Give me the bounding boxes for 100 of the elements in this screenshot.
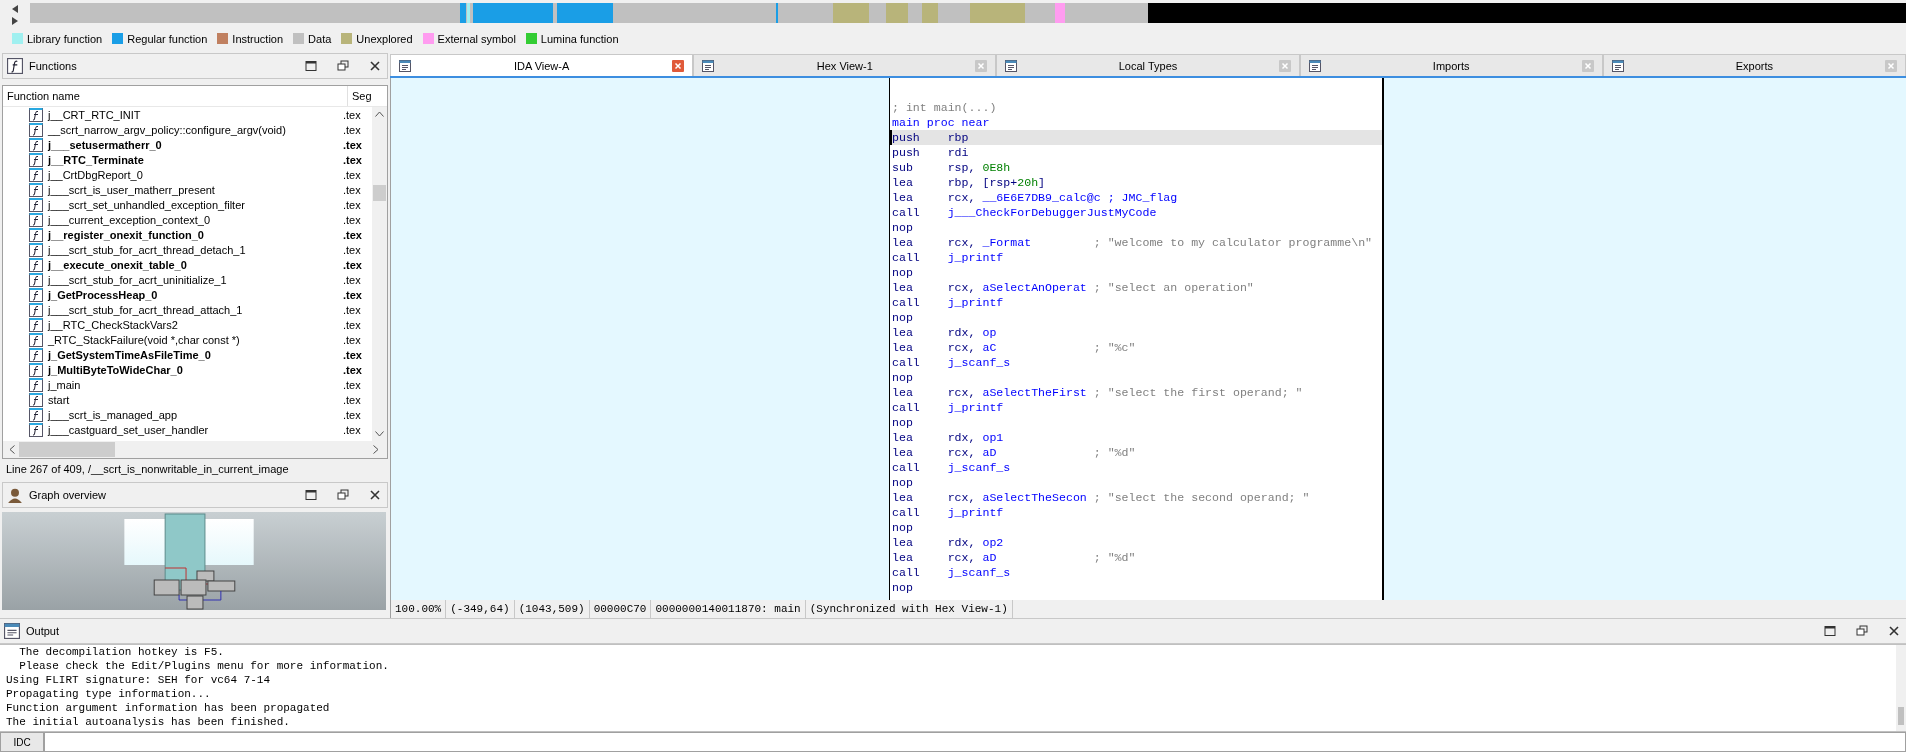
segment-cell: .tex bbox=[343, 258, 362, 271]
function-name[interactable]: j___scrt_stub_for_acrt_thread_detach_1 bbox=[48, 243, 343, 256]
function-name[interactable]: __scrt_narrow_argv_policy::configure_argv(void) bbox=[48, 123, 343, 136]
function-name[interactable]: j__RTC_CheckStackVars2 bbox=[48, 318, 343, 331]
restore-icon[interactable] bbox=[1856, 625, 1868, 637]
code-line[interactable]: lea rcx, aSelectTheFirst ; "select the first operand; " bbox=[890, 385, 1382, 400]
code-line[interactable]: call j_printf bbox=[890, 400, 1382, 415]
person-icon bbox=[7, 487, 23, 503]
function-name[interactable]: j__CRT_RTC_INIT bbox=[48, 108, 343, 121]
scroll-down-icon[interactable] bbox=[375, 431, 384, 437]
code-line[interactable]: nop bbox=[890, 220, 1382, 235]
close-icon[interactable] bbox=[369, 489, 381, 501]
code-line[interactable]: lea rcx, aD ; "%d" bbox=[890, 550, 1382, 565]
code-line[interactable]: call j_scanf_s bbox=[890, 355, 1382, 370]
code-line[interactable]: nop bbox=[890, 520, 1382, 535]
function-icon bbox=[29, 167, 43, 182]
code-line[interactable]: lea rbp, [rsp+20h] bbox=[890, 175, 1382, 190]
vertical-scrollbar[interactable] bbox=[1896, 645, 1906, 731]
segment-cell: .tex bbox=[343, 288, 362, 301]
function-name[interactable]: j___current_exception_context_0 bbox=[48, 213, 343, 226]
close-icon[interactable] bbox=[369, 60, 381, 72]
code-line[interactable]: call j_scanf_s bbox=[890, 565, 1382, 580]
function-name[interactable]: j_MultiByteToWideChar_0 bbox=[48, 363, 343, 376]
scroll-up-icon[interactable] bbox=[375, 111, 384, 117]
scroll-left-icon[interactable] bbox=[9, 445, 15, 454]
function-icon bbox=[29, 362, 43, 377]
function-name[interactable]: j__CrtDbgReport_0 bbox=[48, 168, 343, 181]
function-name[interactable]: j___castguard_set_user_handler bbox=[48, 423, 343, 436]
code-line[interactable]: nop bbox=[890, 580, 1382, 595]
restore-icon[interactable] bbox=[337, 60, 349, 72]
code-line[interactable]: main proc near bbox=[890, 115, 1382, 130]
output-line: The initial autoanalysis has been finished. bbox=[6, 715, 291, 729]
function-icon bbox=[29, 182, 43, 197]
code-line[interactable]: call j___CheckForDebuggerJustMyCode bbox=[890, 205, 1382, 220]
view-tab[interactable]: Exports bbox=[1602, 54, 1906, 76]
function-name[interactable]: j___scrt_set_unhandled_exception_filter bbox=[48, 198, 343, 211]
scrollbar-thumb[interactable] bbox=[373, 185, 386, 201]
code-line[interactable]: lea rdx, op1 bbox=[890, 430, 1382, 445]
code-line[interactable]: lea rcx, aSelectAnOperat ; "select an operation" bbox=[890, 280, 1382, 295]
scroll-right-icon[interactable] bbox=[373, 445, 379, 454]
code-line[interactable]: nop bbox=[890, 265, 1382, 280]
code-line[interactable]: call j_scanf_s bbox=[890, 460, 1382, 475]
code-line[interactable]: lea rdx, op2 bbox=[890, 535, 1382, 550]
function-name[interactable]: j__execute_onexit_table_0 bbox=[48, 258, 343, 271]
code-line[interactable]: push rdi bbox=[890, 145, 1382, 160]
graph-overview-drawing[interactable] bbox=[2, 512, 386, 610]
maximize-icon[interactable] bbox=[1824, 625, 1836, 637]
function-name[interactable]: start bbox=[48, 393, 343, 406]
view-tab[interactable]: Local Types bbox=[996, 54, 1300, 76]
scroll-left-icon[interactable] bbox=[12, 5, 18, 13]
segment-cell: .tex bbox=[343, 228, 362, 241]
scroll-right-icon[interactable] bbox=[12, 17, 18, 25]
code-line[interactable]: nop bbox=[890, 370, 1382, 385]
code-line[interactable]: ; int main(...) bbox=[890, 100, 1382, 115]
function-icon bbox=[29, 287, 43, 302]
function-name[interactable]: j__RTC_Terminate bbox=[48, 153, 343, 166]
view-tab[interactable]: IDA View-A bbox=[390, 54, 694, 76]
code-line[interactable]: lea rcx, __6E6E7DB9_calc@c ; JMC_flag bbox=[890, 190, 1382, 205]
code-line[interactable]: nop bbox=[890, 415, 1382, 430]
maximize-icon[interactable] bbox=[305, 489, 317, 501]
vertical-scrollbar[interactable] bbox=[372, 107, 387, 441]
function-icon bbox=[29, 107, 43, 122]
code-line[interactable]: call j_printf bbox=[890, 250, 1382, 265]
function-name[interactable]: _RTC_StackFailure(void *,char const *) bbox=[48, 333, 343, 346]
segment-cell: .tex bbox=[343, 393, 361, 406]
close-icon[interactable] bbox=[1888, 625, 1900, 637]
function-name[interactable]: j_GetSystemTimeAsFileTime_0 bbox=[48, 348, 343, 361]
function-name[interactable]: j___scrt_stub_for_acrt_uninitialize_1 bbox=[48, 273, 343, 286]
view-tab[interactable]: Imports bbox=[1299, 54, 1603, 76]
code-line[interactable]: lea rcx, aSelectTheSecon ; "select the second operand; " bbox=[890, 490, 1382, 505]
code-line[interactable]: nop bbox=[890, 310, 1382, 325]
maximize-icon[interactable] bbox=[305, 60, 317, 72]
function-name[interactable]: j___scrt_is_user_matherr_present bbox=[48, 183, 343, 196]
horizontal-scrollbar[interactable] bbox=[3, 441, 387, 458]
column-header[interactable]: Seg bbox=[348, 90, 372, 102]
function-name[interactable]: j___setusermatherr_0 bbox=[48, 138, 343, 151]
function-icon bbox=[29, 302, 43, 317]
code-line[interactable]: nop bbox=[890, 475, 1382, 490]
column-header[interactable]: Function name bbox=[3, 86, 348, 106]
code-line[interactable]: call j_printf bbox=[890, 505, 1382, 520]
function-name[interactable]: j_main bbox=[48, 378, 343, 391]
code-line[interactable]: call j_printf bbox=[890, 295, 1382, 310]
scrollbar-thumb[interactable] bbox=[1898, 707, 1904, 725]
segment-cell: .tex bbox=[343, 168, 361, 181]
function-name[interactable]: j___scrt_is_managed_app bbox=[48, 408, 343, 421]
function-icon bbox=[29, 272, 43, 287]
function-name[interactable]: j__register_onexit_function_0 bbox=[48, 228, 343, 241]
code-line[interactable]: lea rcx, _Format ; "welcome to my calculator programme\n" bbox=[890, 235, 1382, 250]
view-tab[interactable]: Hex View-1 bbox=[693, 54, 997, 76]
restore-icon[interactable] bbox=[337, 489, 349, 501]
code-line[interactable]: lea rdx, op bbox=[890, 325, 1382, 340]
code-line[interactable]: lea rcx, aD ; "%d" bbox=[890, 445, 1382, 460]
function-name[interactable]: j___scrt_stub_for_acrt_thread_attach_1 bbox=[48, 303, 343, 316]
segment-cell: .tex bbox=[343, 153, 362, 166]
code-line[interactable]: sub rsp, 0E8h bbox=[890, 160, 1382, 175]
function-name[interactable]: j_GetProcessHeap_0 bbox=[48, 288, 343, 301]
panel-title: Graph overview bbox=[29, 489, 107, 501]
language-button[interactable]: IDC bbox=[0, 732, 44, 752]
command-input[interactable] bbox=[44, 732, 1906, 752]
code-line[interactable]: lea rcx, aC ; "%c" bbox=[890, 340, 1382, 355]
